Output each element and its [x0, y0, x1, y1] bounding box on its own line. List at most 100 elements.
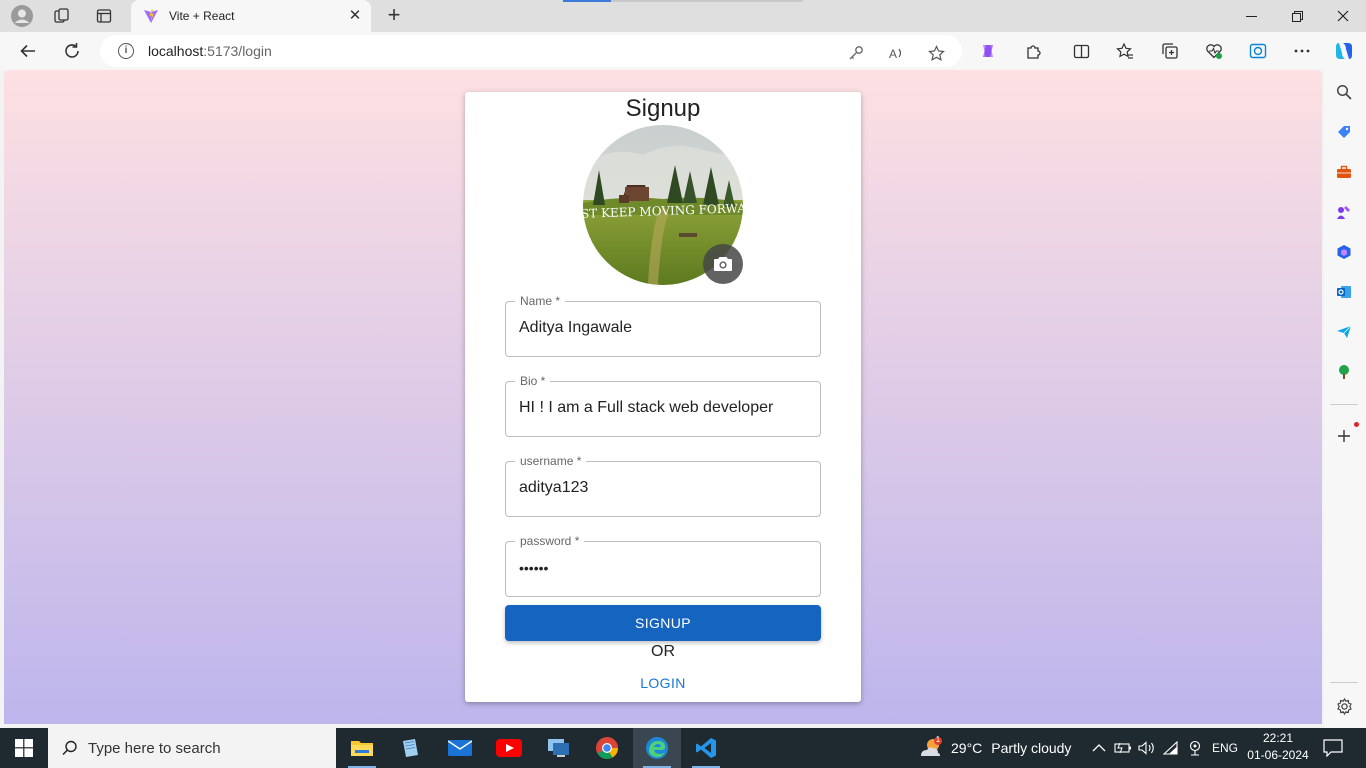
browser-title-bar: Vite + React ✕ + [0, 0, 1366, 32]
add-icon[interactable] [1334, 422, 1359, 446]
minimize-icon[interactable] [1228, 0, 1274, 32]
password-label: password * [515, 534, 585, 548]
edge-app[interactable] [633, 728, 681, 768]
edge-sidebar [1324, 70, 1366, 728]
page-viewport: Signup UST KEEP MOVING FORWAR Name * Adi… [4, 70, 1322, 724]
bio-field[interactable]: Bio * HI ! I am a Full stack web develop… [505, 374, 821, 437]
url-path: :5173/login [203, 43, 272, 59]
taskbar-clock[interactable]: 22:21 01-06-2024 [1240, 730, 1316, 766]
workspaces-icon[interactable] [50, 4, 74, 28]
refresh-icon[interactable] [60, 39, 84, 63]
windows-taskbar: Type here to search 1 29°C Partly cloudy [0, 728, 1366, 768]
svg-text:A: A [889, 47, 897, 61]
microsoft-365-icon[interactable] [1334, 242, 1354, 262]
window-close-icon[interactable] [1320, 0, 1366, 32]
search-icon [62, 740, 77, 756]
read-aloud-icon[interactable]: A [886, 43, 906, 63]
folder-icon [351, 741, 373, 756]
chrome-app[interactable] [583, 728, 631, 768]
language-text: ENG [1212, 741, 1239, 755]
tab-actions-icon[interactable] [92, 4, 116, 28]
games-icon[interactable] [1334, 202, 1354, 222]
notepad-app[interactable] [386, 728, 434, 768]
weather-text: Partly cloudy [991, 740, 1072, 756]
notification-center-icon[interactable] [1323, 738, 1343, 758]
youtube-icon [496, 739, 522, 757]
key-icon[interactable] [846, 43, 866, 63]
split-screen-icon[interactable] [1071, 41, 1091, 61]
search-icon[interactable] [1334, 82, 1354, 102]
settings-gear-icon[interactable] [1334, 696, 1354, 716]
camera-upload-button[interactable] [703, 244, 743, 284]
signup-card: Signup UST KEEP MOVING FORWAR Name * Adi… [465, 92, 861, 702]
browser-essentials-icon[interactable] [1248, 41, 1268, 61]
remote-desktop-icon [548, 739, 569, 757]
vscode-app[interactable] [682, 728, 730, 768]
remote-desktop-app[interactable] [535, 728, 583, 768]
outlook-icon[interactable] [1334, 282, 1354, 302]
volume-icon[interactable] [1138, 739, 1156, 757]
username-value: aditya123 [519, 479, 589, 496]
more-icon[interactable] [1292, 41, 1312, 61]
send-icon[interactable] [1334, 322, 1354, 342]
chrome-icon [596, 737, 618, 759]
weather-icon[interactable]: 1 [918, 735, 944, 760]
clock-date: 01-06-2024 [1247, 748, 1309, 762]
favorites-icon[interactable] [1115, 41, 1135, 61]
tree-icon[interactable] [1334, 362, 1354, 382]
password-field[interactable]: password * •••••• [505, 534, 821, 597]
camera-tray-icon[interactable] [1186, 739, 1204, 757]
tab-title: Vite + React [169, 9, 235, 23]
battery-icon[interactable] [1114, 739, 1132, 757]
name-field[interactable]: Name * Aditya Ingawale [505, 294, 821, 357]
url-host: localhost [148, 43, 204, 59]
name-label: Name * [515, 294, 566, 308]
or-divider-text: OR [651, 643, 675, 660]
close-icon[interactable]: ✕ [347, 8, 363, 24]
search-placeholder: Type here to search [88, 739, 221, 757]
loading-indicator [563, 0, 611, 2]
extensions-icon[interactable] [1023, 41, 1043, 61]
performance-icon[interactable] [1204, 41, 1224, 61]
chevron-up-icon[interactable] [1090, 739, 1108, 757]
signup-button[interactable]: SIGNUP [505, 605, 821, 641]
password-value: •••••• [519, 560, 549, 576]
file-explorer-app[interactable] [338, 728, 386, 768]
vscode-icon [696, 738, 716, 758]
clock-time: 22:21 [1262, 731, 1294, 745]
new-tab-icon[interactable]: + [382, 4, 406, 28]
loading-indicator-track [611, 0, 803, 2]
mail-icon [448, 740, 472, 756]
edge-icon [646, 737, 668, 759]
notification-dot [1354, 422, 1359, 427]
windows-start-icon[interactable] [0, 728, 48, 768]
weather-widget[interactable]: 29°C Partly cloudy [951, 728, 1071, 768]
weather-badge: 1 [935, 735, 941, 744]
copilot-icon[interactable] [978, 41, 998, 61]
language-indicator[interactable]: ENG [1212, 728, 1238, 768]
page-title: Signup [625, 95, 701, 122]
login-button[interactable]: LOGIN [623, 672, 703, 694]
shopping-tag-icon[interactable] [1334, 122, 1354, 142]
browser-toolbar: i localhost:5173/login A [0, 32, 1366, 70]
back-icon[interactable] [16, 39, 40, 63]
camera-icon [714, 257, 732, 271]
copilot-sidebar-icon[interactable] [1332, 39, 1356, 63]
info-icon[interactable]: i [118, 43, 134, 59]
taskbar-search-box[interactable]: Type here to search [48, 728, 336, 768]
favorite-star-icon[interactable] [926, 43, 946, 63]
restore-icon[interactable] [1274, 0, 1320, 32]
vite-favicon [144, 9, 158, 23]
weather-temp: 29°C [951, 740, 983, 756]
youtube-app[interactable] [485, 728, 533, 768]
tools-briefcase-icon[interactable] [1334, 162, 1354, 182]
network-icon[interactable] [1162, 739, 1180, 757]
profile-icon[interactable] [10, 4, 34, 28]
address-bar[interactable]: i localhost:5173/login A [100, 35, 962, 67]
sidebar-divider [1330, 404, 1358, 405]
mail-app[interactable] [436, 728, 484, 768]
browser-tab-active[interactable]: Vite + React ✕ [131, 0, 371, 32]
bio-value: HI ! I am a Full stack web developer [519, 399, 774, 416]
collections-icon[interactable] [1160, 41, 1180, 61]
username-field[interactable]: username * aditya123 [505, 454, 821, 517]
